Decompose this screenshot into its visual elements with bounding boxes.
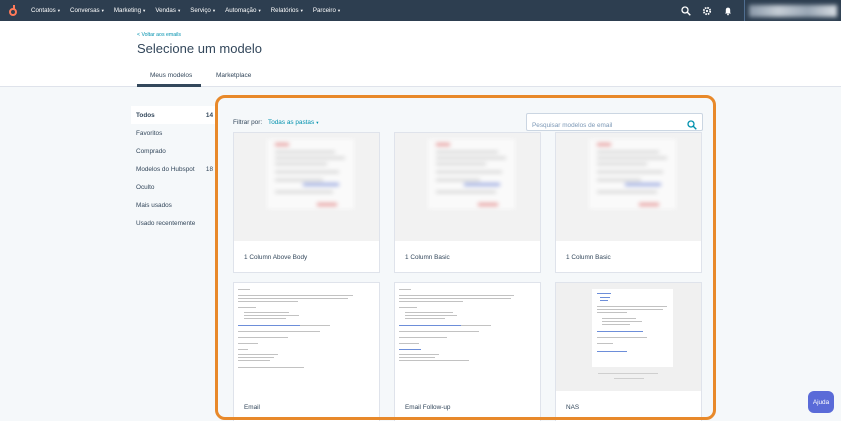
bell-icon[interactable] <box>723 6 733 16</box>
template-card[interactable]: Email <box>233 282 380 421</box>
nav-item-relatorios[interactable]: Relatórios ▾ <box>271 7 303 14</box>
main-content-area: Todos 14 Favoritos Comprado Modelos do Hu… <box>0 87 841 421</box>
sidebar-item-mais-usados[interactable]: Mais usados <box>131 196 215 214</box>
nav-item-label: Relatórios <box>270 7 299 14</box>
sidebar-item-label: Mais usados <box>136 201 172 209</box>
template-thumbnail <box>556 133 701 241</box>
template-card[interactable]: 1 Column Basic <box>555 132 702 273</box>
hubspot-sprocket-icon[interactable] <box>7 4 19 17</box>
account-menu[interactable] <box>749 4 837 17</box>
template-gallery: Filtrar por: Todas as pastas ▾ Pesquisar… <box>217 96 715 421</box>
nav-item-conversas[interactable]: Conversas ▾ <box>70 7 104 14</box>
folder-sidebar: Todos 14 Favoritos Comprado Modelos do Hu… <box>131 106 215 232</box>
template-card[interactable]: 1 Column Above Body <box>233 132 380 273</box>
search-icon[interactable] <box>681 5 691 16</box>
template-name: Email <box>244 404 260 411</box>
tab-meus-modelos[interactable]: Meus modelos <box>150 72 192 79</box>
nav-item-label: Serviço <box>190 7 211 14</box>
template-name: NAS <box>566 404 580 411</box>
chevron-down-icon: ▾ <box>57 7 61 13</box>
sidebar-item-label: Todos <box>136 111 155 119</box>
template-card[interactable]: 1 Column Basic <box>394 132 541 273</box>
template-thumbnail <box>234 283 379 391</box>
tab-marketplace[interactable]: Marketplace <box>216 72 251 79</box>
nav-item-label: Parceiro <box>312 7 336 14</box>
template-thumbnail <box>395 283 540 391</box>
chevron-down-icon: ▾ <box>337 7 341 13</box>
chevron-down-icon: ▾ <box>177 7 181 13</box>
chevron-down-icon: ▾ <box>212 7 216 13</box>
sidebar-item-todos[interactable]: Todos 14 <box>131 106 215 124</box>
template-search-field <box>526 113 703 134</box>
nav-divider <box>744 0 745 21</box>
help-button[interactable]: Ajuda <box>808 391 834 413</box>
nav-right-controls <box>681 0 841 21</box>
chevron-down-icon: ▾ <box>316 120 319 125</box>
page-header: < Voltar aos emails Selecione um modelo … <box>0 21 841 87</box>
nav-item-parceiro[interactable]: Parceiro ▾ <box>313 7 340 14</box>
sidebar-item-modelos-hubspot[interactable]: Modelos do Hubspot 18 <box>131 160 215 178</box>
nav-item-label: Contatos <box>31 7 56 14</box>
sidebar-item-usado-recentemente[interactable]: Usado recentemente <box>131 214 215 232</box>
sidebar-item-count: 18 <box>205 165 213 173</box>
nav-item-contatos[interactable]: Contatos ▾ <box>31 7 60 14</box>
chevron-down-icon: ▾ <box>258 7 261 13</box>
nav-item-automacao[interactable]: Automação ▾ <box>225 7 261 14</box>
template-name: Email Follow-up <box>405 404 451 411</box>
template-thumbnail <box>395 133 540 241</box>
gear-icon[interactable] <box>702 6 712 16</box>
nav-item-label: Automação <box>225 7 257 14</box>
sidebar-item-comprado[interactable]: Comprado <box>131 142 215 160</box>
sidebar-item-count: 14 <box>205 111 213 119</box>
filter-value: Todas as pastas <box>268 119 315 126</box>
sidebar-item-favoritos[interactable]: Favoritos <box>131 124 215 142</box>
folder-filter-dropdown[interactable]: Todas as pastas ▾ <box>268 119 318 126</box>
top-navigation-bar: Contatos ▾ Conversas ▾ Marketing ▾ Vendas ▾ … <box>0 0 841 21</box>
nav-item-vendas[interactable]: Vendas ▾ <box>155 7 180 14</box>
sidebar-item-label: Oculto <box>136 183 155 191</box>
search-icon[interactable] <box>687 117 697 130</box>
template-thumbnail <box>234 133 379 241</box>
nav-item-servico[interactable]: Serviço ▾ <box>190 7 215 14</box>
template-thumbnail <box>556 283 701 391</box>
sidebar-item-label: Comprado <box>136 147 166 155</box>
chevron-down-icon: ▾ <box>300 7 303 13</box>
sidebar-item-label: Usado recentemente <box>136 219 196 227</box>
template-name: 1 Column Basic <box>566 254 611 261</box>
back-to-emails-link[interactable]: < Voltar aos emails <box>137 32 181 38</box>
nav-item-label: Conversas <box>70 7 100 14</box>
template-name: 1 Column Above Body <box>244 254 308 261</box>
sidebar-item-oculto[interactable]: Oculto <box>131 178 215 196</box>
chevron-down-icon: ▾ <box>143 7 146 13</box>
nav-item-marketing[interactable]: Marketing ▾ <box>114 7 145 14</box>
sidebar-item-label: Favoritos <box>136 129 163 137</box>
chevron-down-icon: ▾ <box>101 7 104 13</box>
sidebar-item-label: Modelos do Hubspot <box>136 165 195 173</box>
template-name: 1 Column Basic <box>405 254 450 261</box>
nav-item-label: Marketing <box>113 7 142 14</box>
template-card[interactable]: Email Follow-up <box>394 282 541 421</box>
page-title: Selecione um modelo <box>137 41 263 56</box>
filter-label: Filtrar por: <box>233 119 263 126</box>
template-card[interactable]: NAS <box>555 282 702 421</box>
nav-item-label: Vendas <box>155 7 176 14</box>
